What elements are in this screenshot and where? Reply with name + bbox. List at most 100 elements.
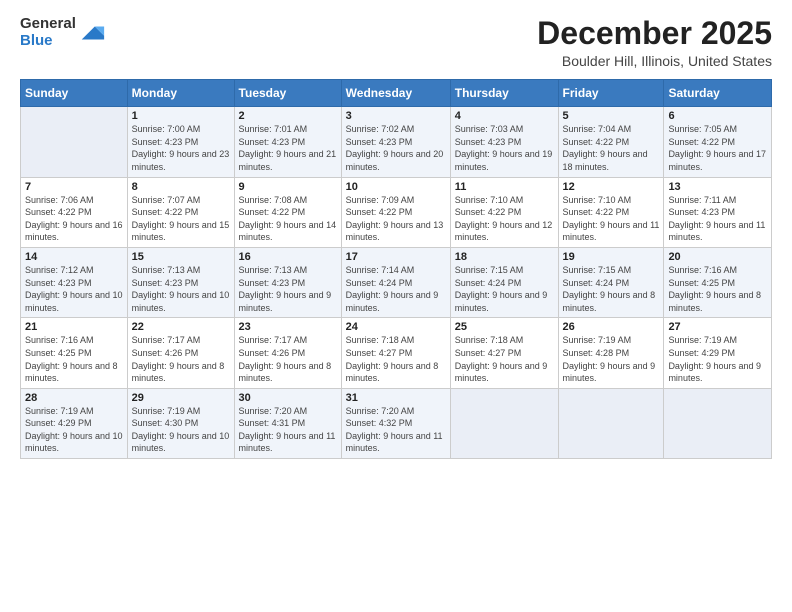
calendar-day-cell: 6Sunrise: 7:05 AMSunset: 4:22 PMDaylight… <box>664 107 772 177</box>
calendar-day-cell: 17Sunrise: 7:14 AMSunset: 4:24 PMDayligh… <box>341 247 450 317</box>
calendar-day-cell <box>450 388 558 458</box>
day-info: Sunrise: 7:19 AMSunset: 4:29 PMDaylight:… <box>668 334 767 384</box>
day-number: 20 <box>668 251 767 263</box>
title-section: December 2025 Boulder Hill, Illinois, Un… <box>537 16 772 69</box>
day-number: 25 <box>455 321 554 333</box>
day-info: Sunrise: 7:16 AMSunset: 4:25 PMDaylight:… <box>25 334 123 384</box>
day-info: Sunrise: 7:14 AMSunset: 4:24 PMDaylight:… <box>346 264 446 314</box>
day-info: Sunrise: 7:13 AMSunset: 4:23 PMDaylight:… <box>239 264 337 314</box>
calendar-day-cell: 16Sunrise: 7:13 AMSunset: 4:23 PMDayligh… <box>234 247 341 317</box>
page: General Blue December 2025 Boulder Hill,… <box>0 0 792 612</box>
day-info: Sunrise: 7:02 AMSunset: 4:23 PMDaylight:… <box>346 123 446 173</box>
calendar-day-cell: 12Sunrise: 7:10 AMSunset: 4:22 PMDayligh… <box>558 177 664 247</box>
calendar-day-cell: 31Sunrise: 7:20 AMSunset: 4:32 PMDayligh… <box>341 388 450 458</box>
day-number: 3 <box>346 110 446 122</box>
day-number: 8 <box>132 181 230 193</box>
day-info: Sunrise: 7:03 AMSunset: 4:23 PMDaylight:… <box>455 123 554 173</box>
calendar-day-cell: 10Sunrise: 7:09 AMSunset: 4:22 PMDayligh… <box>341 177 450 247</box>
day-number: 17 <box>346 251 446 263</box>
calendar-day-cell <box>664 388 772 458</box>
logo-general: General <box>20 16 76 33</box>
day-number: 21 <box>25 321 123 333</box>
day-info: Sunrise: 7:16 AMSunset: 4:25 PMDaylight:… <box>668 264 767 314</box>
day-info: Sunrise: 7:11 AMSunset: 4:23 PMDaylight:… <box>668 194 767 244</box>
calendar-day-cell: 30Sunrise: 7:20 AMSunset: 4:31 PMDayligh… <box>234 388 341 458</box>
calendar-table: SundayMondayTuesdayWednesdayThursdayFrid… <box>20 79 772 459</box>
day-info: Sunrise: 7:07 AMSunset: 4:22 PMDaylight:… <box>132 194 230 244</box>
day-info: Sunrise: 7:05 AMSunset: 4:22 PMDaylight:… <box>668 123 767 173</box>
weekday-header-saturday: Saturday <box>664 80 772 107</box>
calendar-day-cell: 13Sunrise: 7:11 AMSunset: 4:23 PMDayligh… <box>664 177 772 247</box>
day-number: 29 <box>132 392 230 404</box>
day-info: Sunrise: 7:15 AMSunset: 4:24 PMDaylight:… <box>563 264 660 314</box>
day-info: Sunrise: 7:18 AMSunset: 4:27 PMDaylight:… <box>455 334 554 384</box>
day-number: 16 <box>239 251 337 263</box>
day-number: 28 <box>25 392 123 404</box>
day-number: 31 <box>346 392 446 404</box>
day-info: Sunrise: 7:00 AMSunset: 4:23 PMDaylight:… <box>132 123 230 173</box>
calendar-day-cell: 21Sunrise: 7:16 AMSunset: 4:25 PMDayligh… <box>21 318 128 388</box>
day-number: 10 <box>346 181 446 193</box>
weekday-header-monday: Monday <box>127 80 234 107</box>
day-info: Sunrise: 7:10 AMSunset: 4:22 PMDaylight:… <box>455 194 554 244</box>
calendar-day-cell: 26Sunrise: 7:19 AMSunset: 4:28 PMDayligh… <box>558 318 664 388</box>
weekday-header-row: SundayMondayTuesdayWednesdayThursdayFrid… <box>21 80 772 107</box>
logo: General Blue <box>20 16 106 49</box>
calendar-day-cell: 14Sunrise: 7:12 AMSunset: 4:23 PMDayligh… <box>21 247 128 317</box>
day-info: Sunrise: 7:17 AMSunset: 4:26 PMDaylight:… <box>239 334 337 384</box>
calendar-day-cell: 29Sunrise: 7:19 AMSunset: 4:30 PMDayligh… <box>127 388 234 458</box>
day-number: 15 <box>132 251 230 263</box>
day-number: 7 <box>25 181 123 193</box>
logo-text: General Blue <box>20 16 76 49</box>
calendar-day-cell: 3Sunrise: 7:02 AMSunset: 4:23 PMDaylight… <box>341 107 450 177</box>
calendar-day-cell: 7Sunrise: 7:06 AMSunset: 4:22 PMDaylight… <box>21 177 128 247</box>
day-info: Sunrise: 7:17 AMSunset: 4:26 PMDaylight:… <box>132 334 230 384</box>
calendar-day-cell: 20Sunrise: 7:16 AMSunset: 4:25 PMDayligh… <box>664 247 772 317</box>
day-number: 6 <box>668 110 767 122</box>
day-info: Sunrise: 7:13 AMSunset: 4:23 PMDaylight:… <box>132 264 230 314</box>
calendar-day-cell: 4Sunrise: 7:03 AMSunset: 4:23 PMDaylight… <box>450 107 558 177</box>
day-number: 18 <box>455 251 554 263</box>
day-number: 5 <box>563 110 660 122</box>
day-number: 12 <box>563 181 660 193</box>
day-number: 27 <box>668 321 767 333</box>
calendar-day-cell: 22Sunrise: 7:17 AMSunset: 4:26 PMDayligh… <box>127 318 234 388</box>
calendar-week-row: 7Sunrise: 7:06 AMSunset: 4:22 PMDaylight… <box>21 177 772 247</box>
subtitle: Boulder Hill, Illinois, United States <box>537 53 772 69</box>
day-number: 23 <box>239 321 337 333</box>
day-info: Sunrise: 7:20 AMSunset: 4:31 PMDaylight:… <box>239 405 337 455</box>
calendar-day-cell: 9Sunrise: 7:08 AMSunset: 4:22 PMDaylight… <box>234 177 341 247</box>
day-info: Sunrise: 7:12 AMSunset: 4:23 PMDaylight:… <box>25 264 123 314</box>
calendar-day-cell: 1Sunrise: 7:00 AMSunset: 4:23 PMDaylight… <box>127 107 234 177</box>
day-number: 11 <box>455 181 554 193</box>
calendar-day-cell: 27Sunrise: 7:19 AMSunset: 4:29 PMDayligh… <box>664 318 772 388</box>
day-info: Sunrise: 7:09 AMSunset: 4:22 PMDaylight:… <box>346 194 446 244</box>
calendar-day-cell: 23Sunrise: 7:17 AMSunset: 4:26 PMDayligh… <box>234 318 341 388</box>
calendar-week-row: 1Sunrise: 7:00 AMSunset: 4:23 PMDaylight… <box>21 107 772 177</box>
day-number: 14 <box>25 251 123 263</box>
calendar-day-cell <box>558 388 664 458</box>
calendar-day-cell: 18Sunrise: 7:15 AMSunset: 4:24 PMDayligh… <box>450 247 558 317</box>
day-info: Sunrise: 7:04 AMSunset: 4:22 PMDaylight:… <box>563 123 660 173</box>
day-number: 26 <box>563 321 660 333</box>
day-number: 13 <box>668 181 767 193</box>
weekday-header-wednesday: Wednesday <box>341 80 450 107</box>
calendar-day-cell: 28Sunrise: 7:19 AMSunset: 4:29 PMDayligh… <box>21 388 128 458</box>
day-number: 19 <box>563 251 660 263</box>
calendar-day-cell: 15Sunrise: 7:13 AMSunset: 4:23 PMDayligh… <box>127 247 234 317</box>
calendar-week-row: 21Sunrise: 7:16 AMSunset: 4:25 PMDayligh… <box>21 318 772 388</box>
day-number: 22 <box>132 321 230 333</box>
day-info: Sunrise: 7:08 AMSunset: 4:22 PMDaylight:… <box>239 194 337 244</box>
main-title: December 2025 <box>537 16 772 51</box>
weekday-header-friday: Friday <box>558 80 664 107</box>
day-info: Sunrise: 7:19 AMSunset: 4:28 PMDaylight:… <box>563 334 660 384</box>
calendar-week-row: 28Sunrise: 7:19 AMSunset: 4:29 PMDayligh… <box>21 388 772 458</box>
day-number: 1 <box>132 110 230 122</box>
header: General Blue December 2025 Boulder Hill,… <box>20 16 772 69</box>
day-info: Sunrise: 7:06 AMSunset: 4:22 PMDaylight:… <box>25 194 123 244</box>
calendar-day-cell <box>21 107 128 177</box>
calendar-day-cell: 25Sunrise: 7:18 AMSunset: 4:27 PMDayligh… <box>450 318 558 388</box>
day-info: Sunrise: 7:01 AMSunset: 4:23 PMDaylight:… <box>239 123 337 173</box>
calendar-day-cell: 11Sunrise: 7:10 AMSunset: 4:22 PMDayligh… <box>450 177 558 247</box>
calendar-day-cell: 8Sunrise: 7:07 AMSunset: 4:22 PMDaylight… <box>127 177 234 247</box>
